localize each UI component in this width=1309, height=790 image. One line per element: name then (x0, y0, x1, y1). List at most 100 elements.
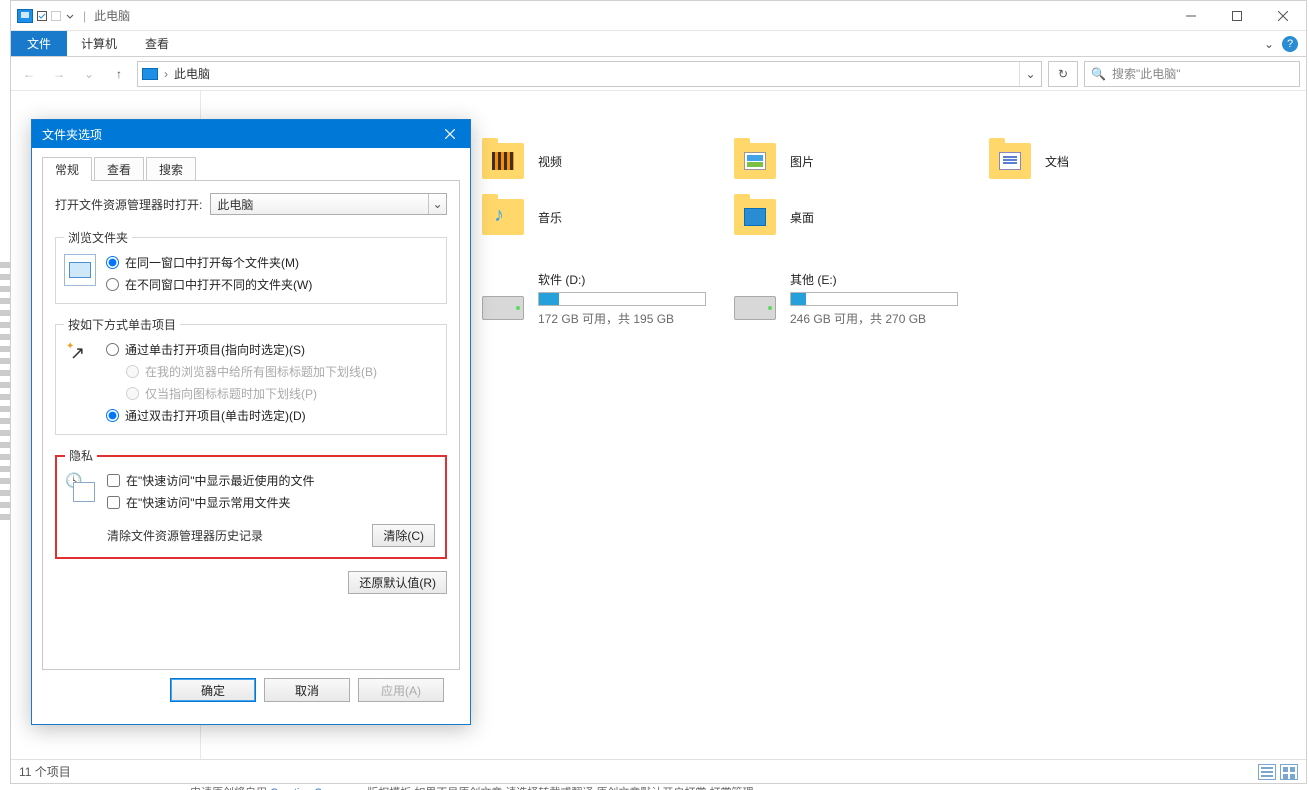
up-button[interactable]: ↑ (107, 62, 131, 86)
folder-label: 文档 (1045, 153, 1069, 170)
window-controls (1168, 1, 1306, 31)
back-button[interactable]: ← (17, 62, 41, 86)
browse-folders-group: 浏览文件夹 在同一窗口中打开每个文件夹(M) 在不同窗口中打开不同的文件夹(W) (55, 229, 447, 304)
restore-defaults-button[interactable]: 还原默认值(R) (348, 571, 447, 594)
drive-title: 软件 (D:) (538, 271, 706, 288)
ribbon-tab-file[interactable]: 文件 (11, 31, 67, 56)
tab-search[interactable]: 搜索 (146, 157, 196, 181)
help-icon[interactable]: ? (1282, 36, 1298, 52)
radio-new-window[interactable] (106, 278, 119, 291)
drive-capacity-bar (790, 292, 958, 306)
apply-button[interactable]: 应用(A) (358, 678, 444, 702)
tab-view[interactable]: 查看 (94, 157, 144, 181)
open-explorer-to-label: 打开文件资源管理器时打开: (55, 196, 202, 213)
drive-free-text: 172 GB 可用，共 195 GB (538, 310, 706, 327)
address-icon (142, 68, 158, 80)
drive-e[interactable]: 其他 (E:) 246 GB 可用，共 270 GB (734, 271, 964, 327)
ok-button[interactable]: 确定 (170, 678, 256, 702)
browse-same-window-option[interactable]: 在同一窗口中打开每个文件夹(M) (106, 254, 438, 271)
radio-underline-point (126, 387, 139, 400)
folder-label: 图片 (790, 153, 814, 170)
dialog-title: 文件夹选项 (42, 126, 102, 143)
window-title: 此电脑 (94, 7, 130, 24)
folder-pictures[interactable]: 图片 (734, 143, 814, 179)
drive-title: 其他 (E:) (790, 271, 958, 288)
maximize-button[interactable] (1214, 1, 1260, 31)
folder-label: 音乐 (538, 209, 562, 226)
drive-free-text: 246 GB 可用，共 270 GB (790, 310, 958, 327)
checkbox-recent-files[interactable] (107, 474, 120, 487)
click-items-group: 按如下方式单击项目 通过单击打开项目(指向时选定)(S) 在我的浏览器中给所有图… (55, 316, 447, 435)
radio-single-click[interactable] (106, 343, 119, 356)
chevron-down-icon: ⌄ (428, 194, 446, 214)
browse-folders-icon (64, 254, 96, 286)
privacy-group: 隐私 在"快速访问"中显示最近使用的文件 在"快速访问"中显示常用文件夹 (55, 447, 447, 559)
title-separator: | (83, 9, 86, 23)
clear-history-label: 清除文件资源管理器历史记录 (107, 527, 263, 544)
radio-double-click[interactable] (106, 409, 119, 422)
item-count: 11 个项目 (19, 763, 71, 780)
folder-label: 桌面 (790, 209, 814, 226)
address-bar[interactable]: › 此电脑 ⌄ (137, 61, 1042, 87)
show-recent-files-option[interactable]: 在"快速访问"中显示最近使用的文件 (107, 472, 437, 489)
ribbon: 文件 计算机 查看 ⌄ ? (11, 31, 1306, 57)
ribbon-collapse-icon[interactable]: ⌄ (1264, 37, 1274, 51)
open-explorer-to-combo[interactable]: 此电脑 ⌄ (210, 193, 447, 215)
dialog-title-bar[interactable]: 文件夹选项 (32, 120, 470, 148)
folder-options-dialog: 文件夹选项 常规 查看 搜索 打开文件资源管理器时打开: 此电脑 ⌄ 浏览文件夹 (31, 119, 471, 725)
click-items-legend: 按如下方式单击项目 (64, 316, 180, 333)
underline-all-option: 在我的浏览器中给所有图标标题加下划线(B) (126, 363, 438, 380)
dialog-close-button[interactable] (430, 120, 470, 148)
qat-dropdown-icon[interactable] (65, 11, 75, 21)
show-frequent-folders-option[interactable]: 在"快速访问"中显示常用文件夹 (107, 494, 437, 511)
large-icons-view-button[interactable] (1280, 764, 1298, 780)
privacy-icon (65, 472, 97, 504)
qat-properties-icon[interactable] (51, 11, 61, 21)
address-dropdown-icon[interactable]: ⌄ (1019, 62, 1041, 86)
search-box[interactable]: 🔍 搜索"此电脑" (1084, 61, 1300, 87)
qat-checkbox-icon[interactable] (37, 11, 47, 21)
minimize-button[interactable] (1168, 1, 1214, 31)
underline-point-option: 仅当指向图标标题时加下划线(P) (126, 385, 438, 402)
browse-folders-legend: 浏览文件夹 (64, 229, 132, 246)
close-button[interactable] (1260, 1, 1306, 31)
drive-d[interactable]: 软件 (D:) 172 GB 可用，共 195 GB (482, 271, 712, 327)
refresh-button[interactable]: ↻ (1048, 61, 1078, 87)
search-icon: 🔍 (1091, 67, 1106, 81)
quick-access-toolbar: | 此电脑 (17, 7, 130, 24)
folder-documents[interactable]: 文档 (989, 143, 1069, 179)
double-click-option[interactable]: 通过双击打开项目(单击时选定)(D) (106, 407, 438, 424)
radio-underline-all (126, 365, 139, 378)
forward-button[interactable]: → (47, 62, 71, 86)
breadcrumb-sep: › (164, 67, 168, 81)
open-explorer-to-row: 打开文件资源管理器时打开: 此电脑 ⌄ (55, 193, 447, 215)
folder-videos[interactable]: 视频 (482, 143, 562, 179)
search-placeholder: 搜索"此电脑" (1112, 65, 1181, 82)
single-click-option[interactable]: 通过单击打开项目(指向时选定)(S) (106, 341, 438, 358)
folder-desktop[interactable]: 桌面 (734, 199, 814, 235)
tab-general[interactable]: 常规 (42, 157, 92, 181)
cancel-button[interactable]: 取消 (264, 678, 350, 702)
recent-locations-button[interactable]: ⌄ (77, 62, 101, 86)
this-pc-icon (17, 9, 33, 23)
navigation-bar: ← → ⌄ ↑ › 此电脑 ⌄ ↻ 🔍 搜索"此电脑" (11, 57, 1306, 91)
combo-value: 此电脑 (217, 196, 253, 213)
drive-icon (734, 296, 776, 320)
ribbon-tab-computer[interactable]: 计算机 (67, 31, 131, 56)
folder-label: 视频 (538, 153, 562, 170)
drive-capacity-bar (538, 292, 706, 306)
page-edge-artifact (0, 260, 10, 520)
browse-new-window-option[interactable]: 在不同窗口中打开不同的文件夹(W) (106, 276, 438, 293)
checkbox-frequent-folders[interactable] (107, 496, 120, 509)
title-bar: | 此电脑 (11, 1, 1306, 31)
privacy-legend: 隐私 (65, 447, 97, 464)
background-page-text: 申请原创将自用 Creative Commons 版权模板 如果不是原创文章 请… (10, 784, 1307, 790)
folder-music[interactable]: 音乐 (482, 199, 562, 235)
breadcrumb-this-pc[interactable]: 此电脑 (174, 65, 210, 82)
click-items-icon (64, 341, 96, 373)
details-view-button[interactable] (1258, 764, 1276, 780)
radio-same-window[interactable] (106, 256, 119, 269)
ribbon-tab-view[interactable]: 查看 (131, 31, 183, 56)
clear-history-button[interactable]: 清除(C) (372, 524, 435, 547)
dialog-panel: 打开文件资源管理器时打开: 此电脑 ⌄ 浏览文件夹 在同一窗口中打开每个文件夹(… (42, 180, 460, 670)
